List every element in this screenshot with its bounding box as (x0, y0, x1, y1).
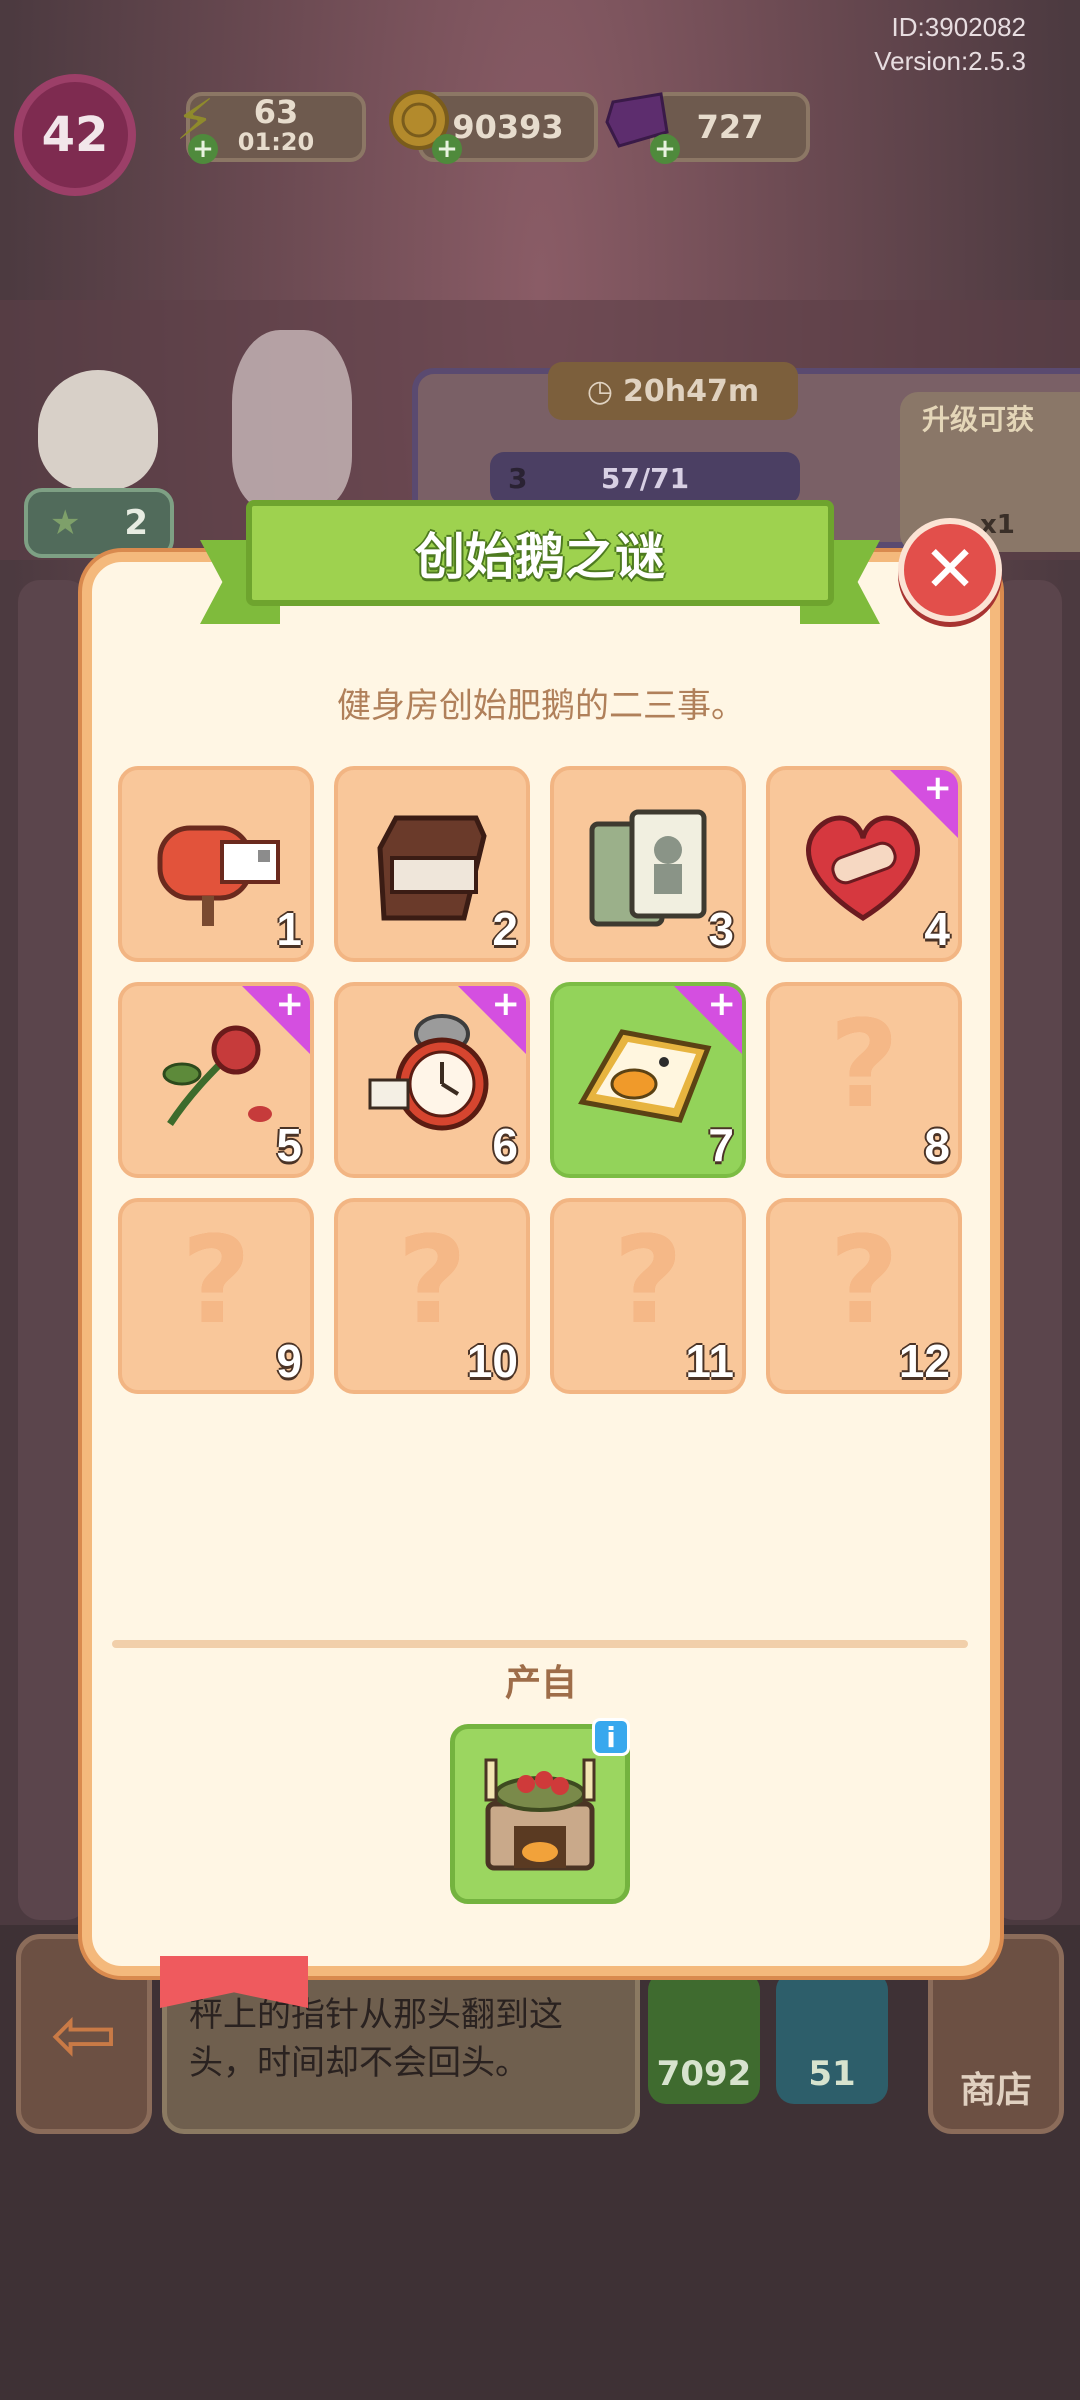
build-info: ID:3902082 Version:2.5.3 (874, 10, 1026, 78)
collection-grid: 1 2 3 + 4 + 5 + 6 + 7 ? 8 ? 9 ? 10 ? 11 … (118, 766, 966, 1402)
modal-title-ribbon: 创始鹅之谜 (246, 500, 834, 606)
modal-subtitle: 健身房创始肥鹅的二三事。 (337, 686, 745, 726)
slot-number: 6 (492, 1119, 518, 1171)
player-level: 42 (41, 107, 109, 163)
source-label: 产自 (504, 1663, 577, 1704)
slot-number: 9 (276, 1335, 302, 1387)
wilted-rose-icon (162, 1025, 272, 1126)
alarm-clock-icon (368, 1014, 489, 1131)
question-mark-icon: ? (829, 1212, 899, 1351)
goose-counter: ★ 2 (24, 488, 174, 558)
collection-slot-4[interactable]: + 4 (766, 766, 962, 962)
coin-price: 51 (808, 2054, 856, 2094)
background-right-column (992, 580, 1062, 1920)
goose-character-icon (38, 370, 158, 490)
fireplace-cake-icon (484, 1758, 596, 1871)
slot-number: 8 (924, 1119, 950, 1171)
slot-number: 1 (276, 903, 302, 955)
slot-number: 7 (708, 1119, 734, 1171)
question-mark-icon: ? (181, 1212, 251, 1351)
player-level-badge[interactable]: 42 (14, 74, 136, 196)
question-mark-icon: ? (829, 996, 899, 1135)
task-progress-value: 57/71 (600, 461, 690, 495)
collection-slot-11[interactable]: ? 11 (550, 1198, 746, 1394)
mailbox-icon (157, 825, 280, 926)
energy-value: 63 (253, 93, 299, 131)
question-mark-icon: ? (613, 1212, 683, 1351)
slot-number: 10 (466, 1335, 518, 1387)
clock-icon: ◷ (586, 373, 614, 409)
bunny-girl-character-icon (232, 330, 352, 510)
add-energy-plus-icon[interactable]: + (188, 134, 218, 164)
slot-number: 4 (924, 903, 950, 955)
chocolate-bar-icon (377, 815, 487, 921)
slot-number: 5 (276, 1119, 302, 1171)
task-timer-value: 20h47m (623, 373, 760, 409)
star-icon: ★ (49, 503, 81, 543)
slot-number: 11 (685, 1335, 734, 1387)
close-icon: ✕ (923, 533, 977, 607)
collection-slot-9[interactable]: ? 9 (118, 1198, 314, 1394)
slot-number: 12 (898, 1335, 950, 1387)
background-left-column (18, 580, 88, 1920)
coin-value: 90393 (452, 108, 564, 146)
gem-value: 727 (696, 108, 764, 146)
add-gems-plus-icon[interactable]: + (650, 134, 680, 164)
modal-title: 创始鹅之谜 (415, 528, 665, 586)
close-button[interactable]: ✕ (898, 518, 1002, 622)
bandaged-heart-icon (806, 815, 920, 921)
collection-slot-10[interactable]: ? 10 (334, 1198, 530, 1394)
shop-label: 商店 (959, 2070, 1032, 2111)
collection-slot-7[interactable]: + 7 (550, 982, 746, 1178)
info-icon[interactable]: i (592, 1718, 630, 1756)
collection-slot-2[interactable]: 2 (334, 766, 530, 962)
collection-slot-12[interactable]: ? 12 (766, 1198, 962, 1394)
gem-price: 7092 (656, 2054, 752, 2094)
task-timer: ◷ 20h47m (548, 362, 798, 420)
add-coins-plus-icon[interactable]: + (432, 134, 462, 164)
fitness-magazine-icon (589, 809, 707, 927)
version-label: Version:2.5.3 (874, 46, 1026, 76)
coin-purchase-button[interactable]: 51 (776, 1972, 888, 2104)
goose-scale-icon (578, 1029, 712, 1123)
modal-divider (112, 1640, 968, 1648)
energy-timer: 01:20 (237, 128, 315, 156)
exit-door-icon: ⇦ (50, 1987, 118, 2081)
collection-slot-5[interactable]: + 5 (118, 982, 314, 1178)
question-mark-icon: ? (397, 1212, 467, 1351)
goose-count: 2 (124, 503, 149, 543)
gem-purchase-button[interactable]: 7092 (648, 1972, 760, 2104)
collection-slot-8[interactable]: ? 8 (766, 982, 962, 1178)
collection-slot-6[interactable]: + 6 (334, 982, 530, 1178)
slot-number: 3 (708, 903, 734, 955)
slot-number: 2 (492, 903, 518, 955)
task-level: 3 (508, 461, 528, 495)
item-description: 秤上的指针从那头翻到这头，时间却不会回头。 (189, 1995, 563, 2083)
player-id: ID:3902082 (891, 12, 1026, 42)
upgrade-label: 升级可获 (922, 403, 1035, 436)
collection-slot-1[interactable]: 1 (118, 766, 314, 962)
task-progress: 3 57/71 (490, 452, 800, 504)
collection-slot-3[interactable]: 3 (550, 766, 746, 962)
